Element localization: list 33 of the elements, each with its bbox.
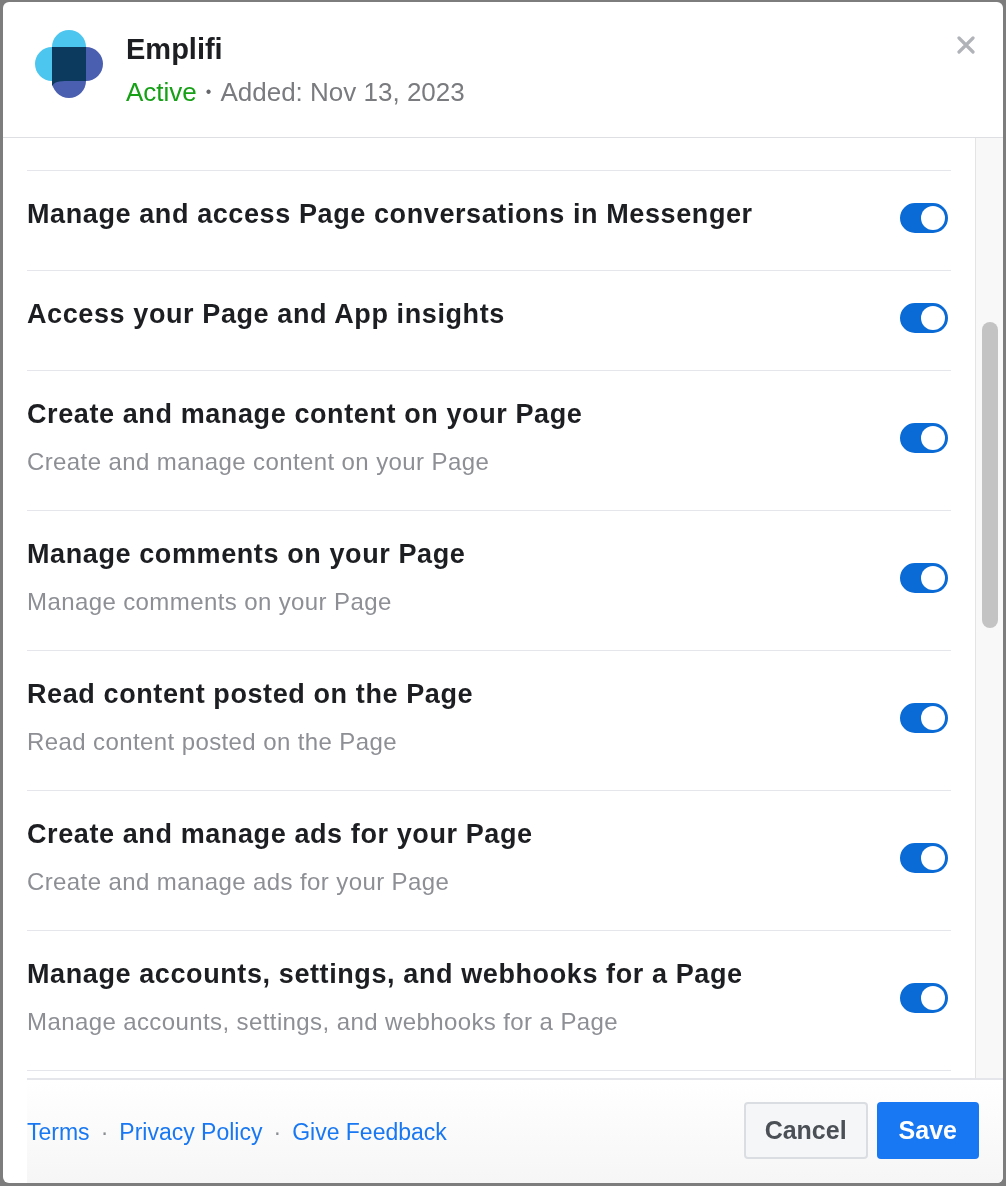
added-date: Added: Nov 13, 2023 [220,76,465,108]
scrollbar-thumb[interactable] [981,322,998,628]
footer-link[interactable]: Give Feedback [292,1116,447,1147]
dot-separator: · [100,1117,109,1147]
app-logo-icon [35,30,103,98]
dot-separator: · [273,1117,282,1147]
footer-link[interactable]: Terms [27,1116,90,1147]
permission-description: Manage accounts, settings, and webhooks for a Page [27,1006,620,1037]
permission-title: Read content posted on the Page [27,677,475,710]
permission-title: Access your Page and App insights [27,297,506,330]
app-name: Emplifi [126,32,224,67]
footer-link[interactable]: Privacy Policy [119,1116,263,1147]
permission-title: Manage accounts, settings, and webhooks for a Page [27,957,744,990]
cancel-button[interactable]: Cancel [743,1102,868,1159]
permission-title: Create and manage ads for your Page [27,817,534,850]
toggle-switch[interactable] [900,563,948,593]
toggle-switch[interactable] [900,843,948,873]
toggle-switch[interactable] [900,303,948,333]
permission-description: Create and manage ads for your Page [27,866,451,897]
toggle-switch[interactable] [900,703,948,733]
permission-description: Create and manage content on your Page [27,446,491,477]
close-icon [957,36,975,54]
toggle-switch[interactable] [900,203,948,233]
save-button[interactable]: Save [876,1102,979,1159]
toggle-switch[interactable] [900,423,948,453]
bullet-separator: • [205,82,212,102]
permission-title: Create and manage content on your Page [27,397,584,430]
permission-title: Manage comments on your Page [27,537,467,570]
status-label: Active [126,76,197,108]
permission-description: Read content posted on the Page [27,726,398,757]
toggle-switch[interactable] [900,983,948,1013]
permission-title: Manage and access Page conversations in Messenger [27,197,754,230]
permission-description: Manage comments on your Page [27,586,393,617]
